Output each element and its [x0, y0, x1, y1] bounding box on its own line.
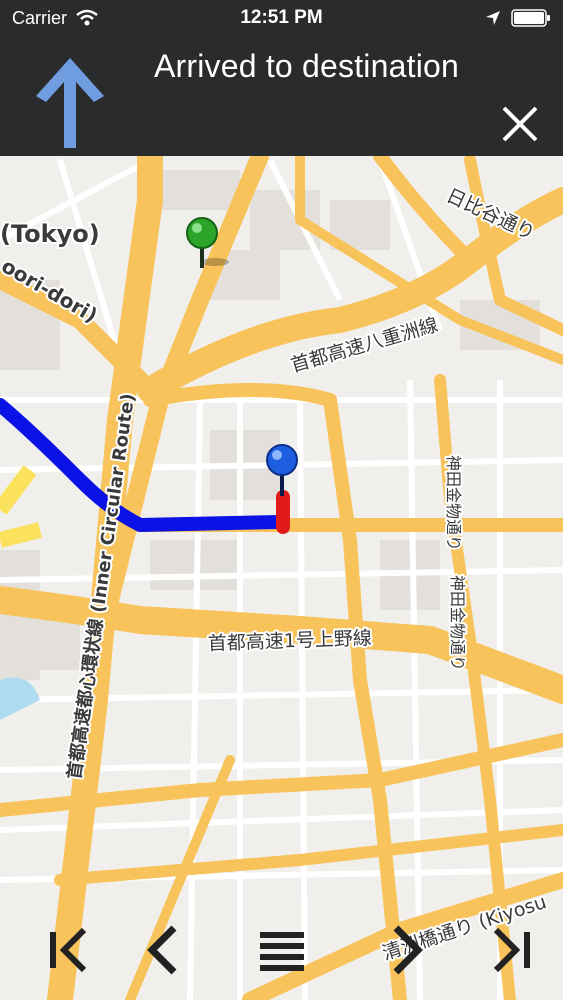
- status-bar: Carrier 12:51 PM: [0, 0, 563, 36]
- step-toolbar: [0, 912, 563, 988]
- previous-step-icon[interactable]: [138, 924, 190, 976]
- status-left: Carrier: [12, 8, 99, 29]
- map-label-kanda-1: 神田金物通り: [444, 455, 463, 551]
- list-icon[interactable]: [256, 924, 308, 976]
- status-right: [485, 9, 551, 27]
- map-label-kanda-2: 神田金物通り: [448, 575, 467, 671]
- last-step-icon[interactable]: [486, 924, 538, 976]
- arrow-up-icon: [36, 58, 104, 148]
- wifi-icon: [76, 9, 98, 26]
- location-arrow-icon: [486, 11, 500, 25]
- navigation-header: Arrived to destination: [0, 36, 563, 156]
- next-step-icon[interactable]: [380, 924, 432, 976]
- carrier-label: Carrier: [12, 7, 68, 28]
- map-label-city: (Tokyo): [0, 220, 100, 248]
- instruction-title: Arrived to destination: [153, 48, 459, 84]
- first-step-icon[interactable]: [42, 924, 94, 976]
- close-icon[interactable]: [496, 100, 544, 148]
- battery-icon: [511, 9, 550, 27]
